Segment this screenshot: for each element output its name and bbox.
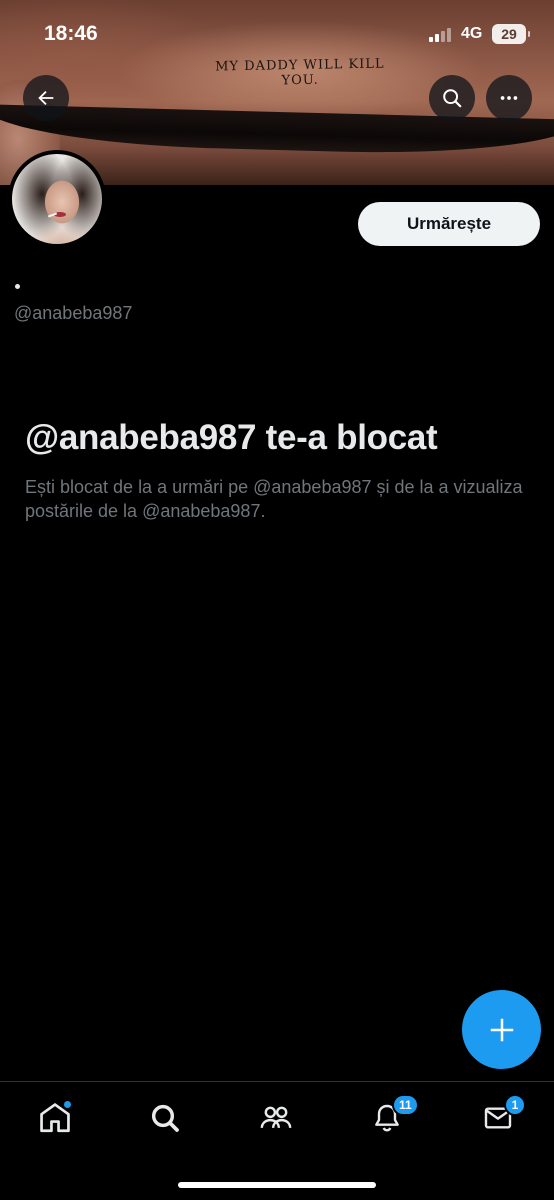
battery-icon: 29 [492, 24, 530, 44]
status-bar: 18:46 4G 29 [0, 0, 554, 70]
compose-post-button[interactable] [462, 990, 541, 1069]
follow-button[interactable]: Urmărește [358, 202, 540, 246]
blocked-description: Ești blocat de la a urmări pe @anabeba98… [25, 477, 523, 521]
status-time: 18:46 [44, 22, 98, 45]
network-type: 4G [461, 25, 483, 42]
profile-handle: @anabeba987 [14, 303, 133, 323]
blocked-title: @anabeba987 te-a blocat [25, 418, 438, 457]
nav-home[interactable] [28, 1098, 82, 1138]
messages-count-badge: 1 [504, 1094, 526, 1116]
search-button[interactable] [429, 75, 475, 121]
display-name [15, 284, 20, 289]
back-button[interactable] [23, 75, 69, 121]
search-icon [151, 1104, 179, 1132]
banner-waistband [0, 104, 554, 158]
nav-messages[interactable]: 1 [471, 1094, 526, 1138]
search-icon [443, 89, 462, 108]
more-options-button[interactable] [486, 75, 532, 121]
signal-icon [429, 28, 455, 42]
home-indicator[interactable] [178, 1182, 376, 1188]
plus-icon [490, 1018, 513, 1041]
communities-icon [260, 1106, 292, 1129]
notifications-count-badge: 11 [392, 1094, 419, 1116]
avatar[interactable] [8, 150, 106, 248]
arrow-left-icon [38, 90, 54, 106]
nav-notifications[interactable]: 11 [360, 1094, 419, 1138]
more-dots-icon [500, 96, 518, 100]
home-dot-badge [63, 1100, 72, 1109]
nav-communities[interactable] [249, 1098, 303, 1138]
nav-explore[interactable] [138, 1098, 192, 1138]
